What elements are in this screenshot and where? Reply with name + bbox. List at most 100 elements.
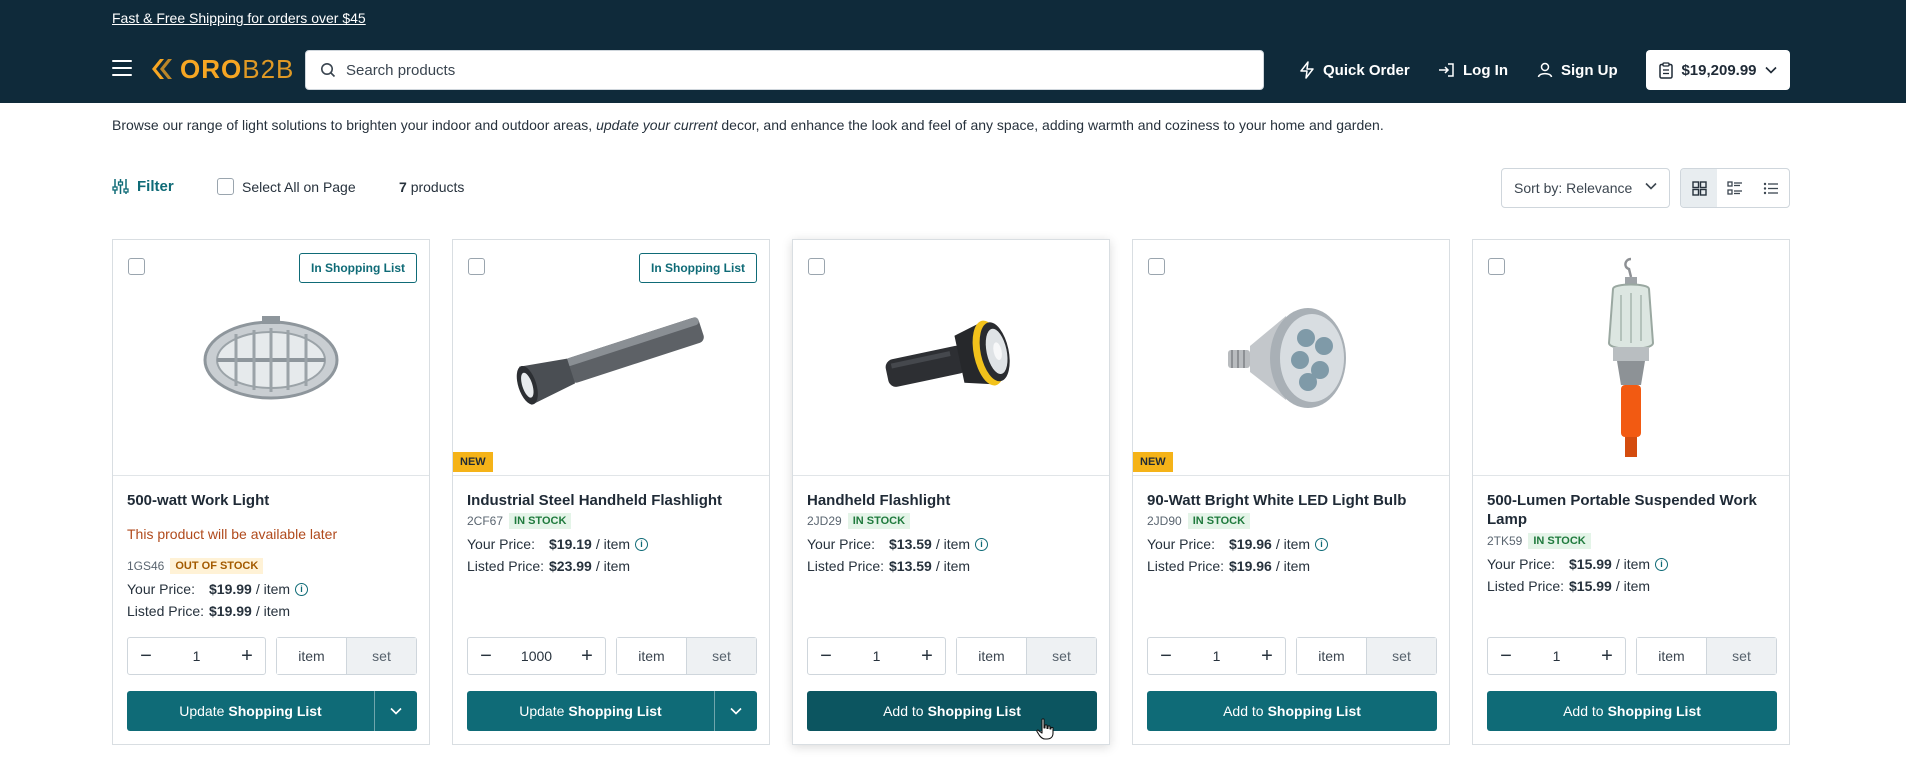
decrease-button[interactable]: − [1488,638,1524,674]
increase-button[interactable]: + [1249,638,1285,674]
quantity-input[interactable] [844,648,909,664]
product-name[interactable]: 500-Lumen Portable Suspended Work Lamp [1487,491,1777,529]
site-logo[interactable]: OROB2B [148,52,294,86]
product-select-checkbox[interactable] [128,258,145,275]
info-icon[interactable]: i [975,537,989,551]
quick-order-link[interactable]: Quick Order [1299,50,1410,90]
log-in-icon [1439,63,1454,77]
your-price: $15.99 [1569,556,1612,572]
unit-set-option[interactable]: set [347,638,416,674]
filter-button[interactable]: Filter [112,178,174,195]
info-icon[interactable]: i [1655,557,1669,571]
quantity-input[interactable] [1184,648,1249,664]
compact-view-button[interactable] [1753,169,1789,207]
category-description: Browse our range of light solutions to b… [112,117,1384,133]
sku-line: 2JD29 IN STOCK [807,513,911,529]
product-select-checkbox[interactable] [1488,258,1505,275]
add-to-shopping-list-button[interactable]: Add to Shopping List [1487,691,1777,731]
list-view-button[interactable] [1717,169,1753,207]
grid-view-button[interactable] [1681,169,1717,207]
list-icon [1763,182,1778,194]
filter-icon [112,179,129,194]
quantity-stepper: − + [127,637,266,675]
product-name[interactable]: Handheld Flashlight [807,491,1097,510]
product-sku: 2JD29 [807,514,842,528]
update-shopping-list-button: Update Shopping List [467,691,757,731]
product-name[interactable]: Industrial Steel Handheld Flashlight [467,491,757,510]
log-in-link[interactable]: Log In [1438,50,1508,90]
decrease-button[interactable]: − [1148,638,1184,674]
promo-link[interactable]: Fast & Free Shipping for orders over $45 [112,10,366,26]
quantity-input[interactable] [1524,648,1589,664]
sort-select[interactable]: Sort by: Relevance [1501,168,1670,208]
your-price: $19.99 [209,581,252,597]
unit-item-option[interactable]: item [617,638,687,674]
unit-set-option[interactable]: set [1707,638,1776,674]
stock-badge: OUT OF STOCK [170,558,264,574]
hand-cursor-icon [1036,718,1054,740]
update-shopping-list-main[interactable]: Update Shopping List [127,691,375,731]
add-to-shopping-list-button[interactable]: Add to Shopping List [1147,691,1437,731]
update-shopping-list-button: Update Shopping List [127,691,417,731]
increase-button[interactable]: + [909,638,945,674]
unit-set-option[interactable]: set [1027,638,1096,674]
menu-icon[interactable] [112,60,132,76]
work-lamp-image [1607,257,1655,457]
unit-toggle: item set [956,637,1097,675]
increase-button[interactable]: + [1589,638,1625,674]
unit-item-option[interactable]: item [1297,638,1367,674]
chevron-down-icon [1764,66,1777,74]
info-icon[interactable]: i [295,582,309,596]
product-name[interactable]: 90-Watt Bright White LED Light Bulb [1147,491,1437,510]
decrease-button[interactable]: − [468,638,504,674]
unit-set-option[interactable]: set [687,638,756,674]
shopping-list-dropdown[interactable] [375,691,417,731]
logo-mark-icon [152,59,172,79]
filter-label: Filter [137,178,174,195]
unit-item-option[interactable]: item [1637,638,1707,674]
product-select-checkbox[interactable] [1148,258,1165,275]
unit-item-option[interactable]: item [277,638,347,674]
product-image[interactable] [1473,240,1789,476]
stock-badge: IN STOCK [509,513,572,529]
decrease-button[interactable]: − [128,638,164,674]
listed-price-row: Listed Price: $15.99/ item [1487,578,1651,594]
in-shopping-list-badge[interactable]: In Shopping List [639,253,757,283]
shopping-list-dropdown[interactable] [715,691,757,731]
product-card: In Shopping List NEW Industrial Steel Ha… [452,239,770,745]
increase-button[interactable]: + [569,638,605,674]
info-icon[interactable]: i [1315,537,1329,551]
shopping-list-icon [1659,61,1674,79]
main-nav: OROB2B Quick Order Log In Sign Up $19,20… [112,50,1790,90]
unit-set-option[interactable]: set [1367,638,1436,674]
quantity-input[interactable] [504,648,569,664]
listed-price-row: Listed Price: $19.96/ item [1147,558,1311,574]
checkbox[interactable] [217,178,234,195]
unit-item-option[interactable]: item [957,638,1027,674]
product-select-checkbox[interactable] [808,258,825,275]
product-image[interactable] [793,240,1109,476]
unit-toggle: item set [276,637,417,675]
grid-icon [1691,180,1707,196]
decrease-button[interactable]: − [808,638,844,674]
lightning-icon [1300,61,1314,79]
unit-toggle: item set [1296,637,1437,675]
log-in-label: Log In [1463,61,1508,79]
product-image[interactable] [1133,240,1449,476]
search-box[interactable] [305,50,1264,90]
product-name[interactable]: 500-watt Work Light [127,491,417,510]
select-all-checkbox[interactable]: Select All on Page [217,178,356,195]
update-shopping-list-main[interactable]: Update Shopping List [467,691,715,731]
sign-up-link[interactable]: Sign Up [1537,50,1618,90]
increase-button[interactable]: + [229,638,265,674]
availability-note: This product will be available later [127,526,338,542]
chevron-down-icon [730,707,742,715]
search-input[interactable] [346,61,1226,79]
info-icon[interactable]: i [635,537,649,551]
sku-line: 2JD90 IN STOCK [1147,513,1251,529]
quantity-input[interactable] [164,648,229,664]
cart-button[interactable]: $19,209.99 [1646,50,1790,90]
product-select-checkbox[interactable] [468,258,485,275]
in-shopping-list-badge[interactable]: In Shopping List [299,253,417,283]
quick-order-label: Quick Order [1323,61,1410,79]
